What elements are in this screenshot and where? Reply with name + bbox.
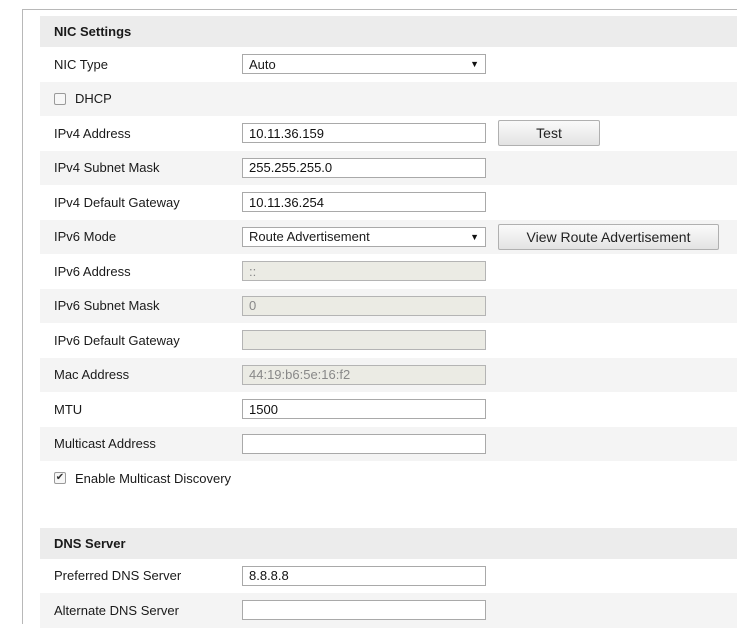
ipv4-mask-label: IPv4 Subnet Mask [54, 160, 160, 176]
mtu-label: MTU [54, 401, 83, 417]
preferred-dns-label: Preferred DNS Server [54, 568, 182, 584]
multicast-discovery-label: Enable Multicast Discovery [75, 470, 232, 486]
ipv6-mask-label: IPv6 Subnet Mask [54, 298, 160, 314]
mtu-row: MTU [40, 392, 737, 427]
preferred-dns-input[interactable] [242, 565, 486, 586]
multicast-address-label: Multicast Address [54, 436, 156, 452]
dhcp-checkbox-group[interactable]: DHCP [54, 91, 112, 106]
ipv6-gateway-row: IPv6 Default Gateway [40, 323, 737, 358]
alternate-dns-input[interactable] [242, 600, 486, 621]
dhcp-label: DHCP [75, 91, 112, 107]
network-settings-panel: NIC Settings NIC Type Auto ▼ DHCP IPv4 A… [40, 16, 737, 628]
ipv4-gateway-label: IPv4 Default Gateway [54, 194, 180, 210]
nic-type-row: NIC Type Auto ▼ [40, 47, 737, 82]
ipv6-mode-label: IPv6 Mode [54, 229, 117, 245]
view-route-advertisement-button[interactable]: View Route Advertisement [498, 223, 719, 250]
ipv6-gateway-label: IPv6 Default Gateway [54, 332, 180, 348]
frame-border-top [22, 9, 737, 10]
multicast-discovery-row: ✔ Enable Multicast Discovery [40, 461, 737, 496]
checkmark-icon: ✔ [55, 472, 65, 484]
ipv4-gateway-row: IPv4 Default Gateway [40, 185, 737, 220]
ipv4-address-input[interactable] [242, 123, 486, 144]
ipv6-mask-row: IPv6 Subnet Mask [40, 288, 737, 323]
mac-address-label: Mac Address [54, 367, 130, 383]
frame-border-left [22, 9, 23, 624]
nic-type-select[interactable]: Auto ▼ [242, 54, 486, 75]
test-button-label: Test [536, 125, 562, 142]
ipv4-address-label: IPv4 Address [54, 125, 131, 141]
nic-settings-header: NIC Settings [40, 16, 737, 47]
dns-server-header: DNS Server [40, 527, 737, 559]
ipv6-address-input [242, 261, 486, 282]
ipv4-gateway-input[interactable] [242, 192, 486, 213]
alternate-dns-row: Alternate DNS Server [40, 593, 737, 628]
mac-address-row: Mac Address [40, 357, 737, 392]
ipv4-mask-row: IPv4 Subnet Mask [40, 150, 737, 185]
ipv6-mask-input [242, 295, 486, 316]
multicast-address-input[interactable] [242, 433, 486, 454]
dropdown-arrow-icon: ▼ [470, 231, 479, 242]
view-route-advertisement-label: View Route Advertisement [526, 228, 691, 245]
multicast-address-row: Multicast Address [40, 426, 737, 461]
dns-server-title: DNS Server [54, 535, 126, 551]
ipv6-gateway-input [242, 330, 486, 351]
mac-address-input [242, 364, 486, 385]
ipv6-address-label: IPv6 Address [54, 263, 131, 279]
nic-type-value: Auto [249, 56, 276, 72]
preferred-dns-row: Preferred DNS Server [40, 559, 737, 594]
ipv6-mode-select[interactable]: Route Advertisement ▼ [242, 226, 486, 247]
test-button[interactable]: Test [498, 120, 600, 147]
multicast-discovery-checkbox-group[interactable]: ✔ Enable Multicast Discovery [54, 471, 231, 486]
mtu-input[interactable] [242, 399, 486, 420]
ipv6-mode-row: IPv6 Mode Route Advertisement ▼ View Rou… [40, 219, 737, 254]
multicast-discovery-checkbox[interactable]: ✔ [54, 472, 66, 485]
ipv6-address-row: IPv6 Address [40, 254, 737, 289]
nic-type-label: NIC Type [54, 56, 108, 72]
dhcp-row: DHCP [40, 81, 737, 116]
ipv4-mask-input[interactable] [242, 157, 486, 178]
dhcp-checkbox[interactable] [54, 92, 66, 105]
ipv4-address-row: IPv4 Address Test [40, 116, 737, 151]
nic-settings-title: NIC Settings [54, 24, 132, 39]
alternate-dns-label: Alternate DNS Server [54, 602, 179, 618]
ipv6-mode-value: Route Advertisement [249, 229, 370, 245]
dropdown-arrow-icon: ▼ [470, 59, 479, 70]
